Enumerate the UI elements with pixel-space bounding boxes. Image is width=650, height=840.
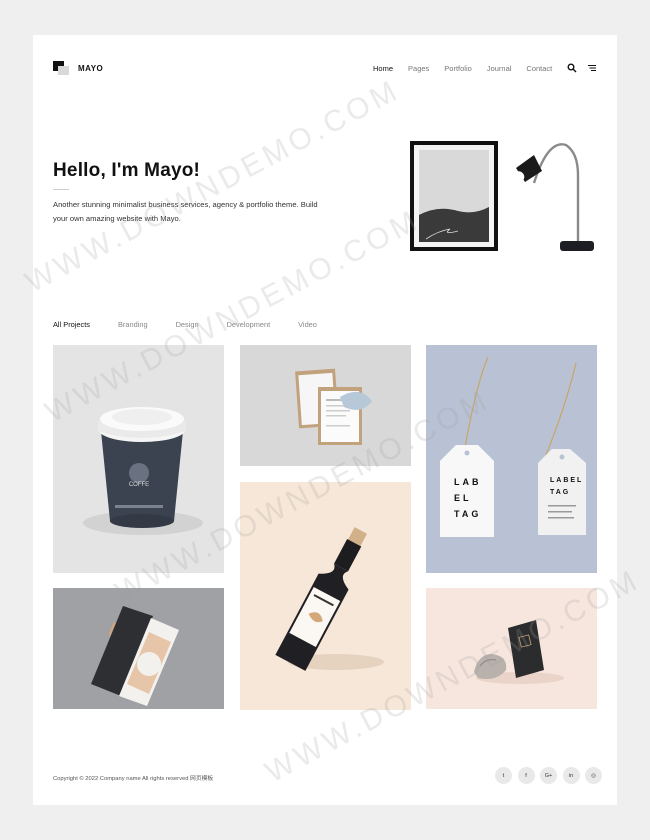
portfolio-item-book-stone[interactable] bbox=[426, 588, 597, 709]
linkedin-icon[interactable]: in bbox=[562, 767, 580, 784]
filter-design[interactable]: Design bbox=[176, 320, 199, 329]
portfolio-item-clipboards[interactable] bbox=[240, 345, 411, 466]
nav-portfolio[interactable]: Portfolio bbox=[444, 64, 472, 73]
filter-development[interactable]: Development bbox=[227, 320, 271, 329]
book-stone-image bbox=[474, 620, 564, 684]
hero-divider bbox=[53, 189, 69, 190]
logo[interactable]: MAYO bbox=[53, 61, 103, 75]
wine-bottle-image bbox=[275, 527, 384, 671]
nav-pages[interactable]: Pages bbox=[408, 64, 429, 73]
main-nav: Home Pages Portfolio Journal Contact bbox=[373, 63, 607, 73]
menu-icon[interactable] bbox=[587, 63, 597, 73]
portfolio-item-brochure[interactable] bbox=[53, 588, 224, 709]
nav-journal[interactable]: Journal bbox=[487, 64, 512, 73]
lamp-arm bbox=[532, 143, 580, 241]
filter-video[interactable]: Video bbox=[298, 320, 317, 329]
filter-all-projects[interactable]: All Projects bbox=[53, 320, 90, 329]
svg-text:LAB: LAB bbox=[454, 477, 482, 487]
coffee-cup-image: COFFE bbox=[83, 407, 203, 535]
facebook-icon[interactable]: f bbox=[517, 767, 535, 784]
logo-mark-icon bbox=[53, 61, 69, 75]
footer-copyright: Copyright © 2022 Company name All rights… bbox=[53, 776, 214, 782]
page: MAYO Home Pages Portfolio Journal Contac… bbox=[33, 35, 617, 805]
label-tags-image: LAB EL TAG LABEL TAG bbox=[440, 356, 586, 537]
hero-artwork bbox=[410, 141, 594, 251]
brand-name: MAYO bbox=[78, 63, 104, 73]
hero-title: Hello, I'm Mayo! bbox=[53, 160, 201, 181]
nav-home[interactable]: Home bbox=[373, 64, 393, 73]
brochure-image bbox=[91, 606, 179, 706]
portfolio-item-wine-bottle[interactable] bbox=[240, 482, 411, 710]
nav-contact[interactable]: Contact bbox=[526, 64, 552, 73]
portfolio-item-label-tags[interactable]: LAB EL TAG LABEL TAG bbox=[426, 345, 597, 573]
search-icon[interactable] bbox=[567, 63, 577, 73]
hero-text: Another stunning minimalist business ser… bbox=[53, 200, 318, 223]
portfolio-filters: All Projects Branding Design Development… bbox=[53, 320, 345, 329]
google-plus-icon[interactable]: G+ bbox=[540, 767, 557, 784]
svg-text:COFFE: COFFE bbox=[129, 482, 149, 488]
filter-branding[interactable]: Branding bbox=[118, 320, 148, 329]
svg-text:EL: EL bbox=[454, 493, 472, 503]
twitter-icon[interactable]: t bbox=[495, 767, 512, 784]
svg-text:TAG: TAG bbox=[550, 489, 570, 496]
clipboards-image bbox=[295, 368, 372, 445]
dribbble-icon[interactable]: ◎ bbox=[585, 767, 602, 784]
portfolio-item-coffee-cup[interactable]: COFFE bbox=[53, 345, 224, 573]
lamp-base bbox=[560, 241, 594, 251]
social-links: t f G+ in ◎ bbox=[495, 767, 608, 784]
svg-text:TAG: TAG bbox=[454, 509, 481, 519]
svg-text:LABEL: LABEL bbox=[550, 477, 583, 484]
